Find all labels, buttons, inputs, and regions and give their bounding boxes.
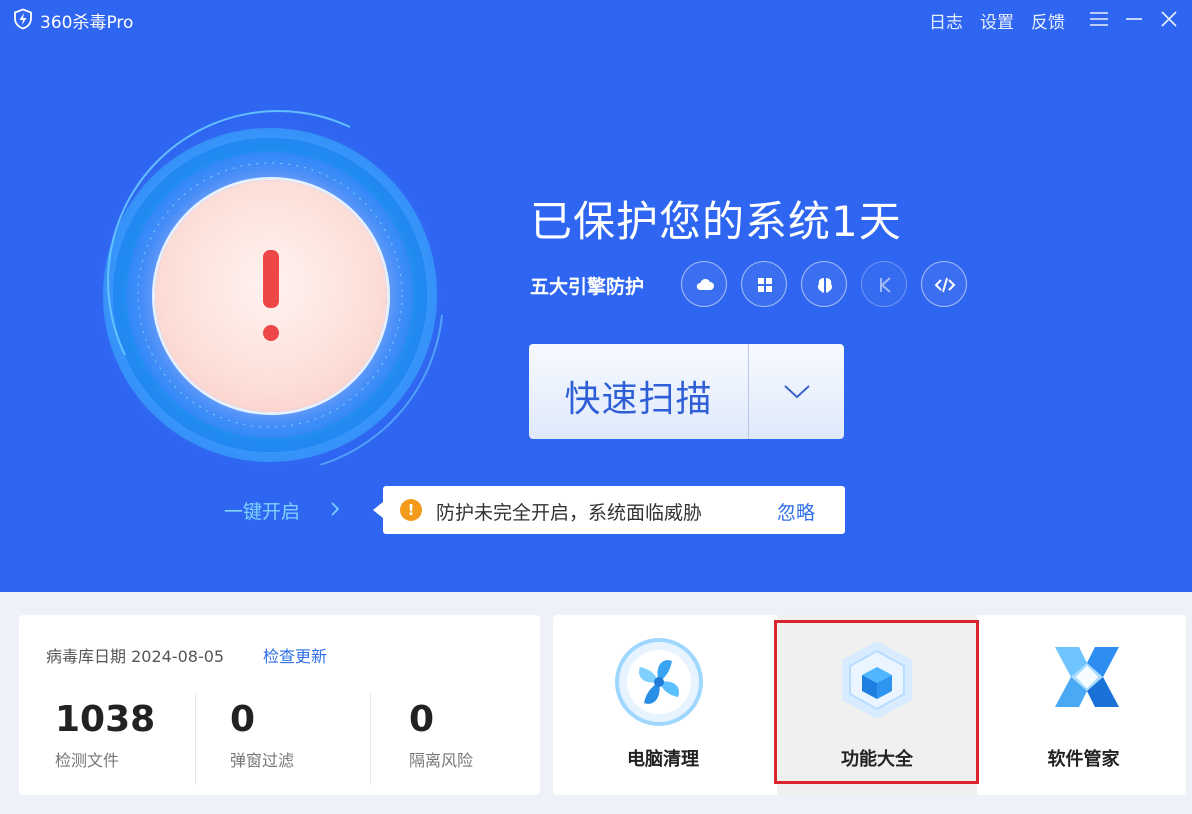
- close-icon[interactable]: [1158, 8, 1180, 30]
- alert-core: [155, 180, 387, 412]
- protection-headline: 已保护您的系统1天: [530, 197, 902, 246]
- scanned-files-label: 检测文件: [55, 751, 120, 770]
- feedback-link[interactable]: 反馈: [1031, 8, 1065, 33]
- cloud-engine-icon[interactable]: [681, 261, 727, 307]
- chevron-right-icon[interactable]: [328, 500, 342, 518]
- quarantine-label: 隔离风险: [409, 751, 474, 770]
- shield-logo-icon: [14, 8, 32, 30]
- log-link[interactable]: 日志: [929, 8, 963, 33]
- tool-pc-cleanup[interactable]: 电脑清理: [553, 615, 773, 795]
- check-update-link[interactable]: 检查更新: [263, 643, 327, 667]
- warning-toast: ! 防护未完全开启，系统面临威胁 忽略: [383, 486, 845, 534]
- popup-filter-label: 弹窗过滤: [230, 751, 295, 770]
- minimize-icon[interactable]: [1123, 8, 1145, 30]
- warning-text: 防护未完全开启，系统面临威胁: [436, 502, 703, 524]
- tool-label: 软件管家: [1047, 749, 1120, 770]
- scanned-files-count: 1038: [55, 699, 156, 740]
- quarantine-count: 0: [409, 699, 435, 740]
- exclamation-icon: [263, 250, 279, 308]
- toast-pointer: [373, 502, 383, 518]
- one-click-enable-link[interactable]: 一键开启: [224, 497, 300, 524]
- stats-card: 病毒库日期 2024-08-05 检查更新 1038 检测文件 0 弹窗过滤 0…: [19, 615, 540, 795]
- qvm-ai-engine-icon[interactable]: [801, 261, 847, 307]
- windows-engine-icon[interactable]: [741, 261, 787, 307]
- engine-label: 五大引擎防护: [530, 276, 645, 298]
- title-bar: 360杀毒Pro 日志 设置 反馈: [0, 0, 1192, 38]
- chevron-down-icon: [784, 385, 810, 399]
- divider: [195, 693, 196, 785]
- settings-link[interactable]: 设置: [980, 8, 1014, 33]
- tool-software-manager[interactable]: 软件管家: [981, 615, 1186, 795]
- software-manager-icon: [1055, 647, 1119, 707]
- code-engine-icon[interactable]: [921, 261, 967, 307]
- selection-highlight: [774, 620, 979, 784]
- scan-options-dropdown[interactable]: [748, 344, 844, 439]
- divider: [370, 693, 371, 785]
- fan-clean-icon: [615, 638, 703, 726]
- quick-scan-label: 快速扫描: [564, 379, 713, 420]
- ignore-button[interactable]: 忽略: [777, 498, 815, 525]
- virus-db-date: 病毒库日期 2024-08-05: [46, 647, 225, 666]
- tool-label: 电脑清理: [627, 749, 699, 770]
- k-engine-icon[interactable]: [861, 261, 907, 307]
- app-title: 360杀毒Pro: [40, 13, 134, 33]
- menu-icon[interactable]: [1088, 8, 1110, 30]
- hero-panel: 360杀毒Pro 日志 设置 反馈 一键开启 已保护您的系统1天 五大引擎防护 …: [0, 0, 1192, 592]
- warning-icon: !: [400, 499, 422, 521]
- quick-scan-button[interactable]: 快速扫描: [529, 344, 748, 439]
- protection-status-dial: [90, 105, 450, 465]
- exclamation-dot: [263, 325, 279, 341]
- popup-filter-count: 0: [230, 699, 256, 740]
